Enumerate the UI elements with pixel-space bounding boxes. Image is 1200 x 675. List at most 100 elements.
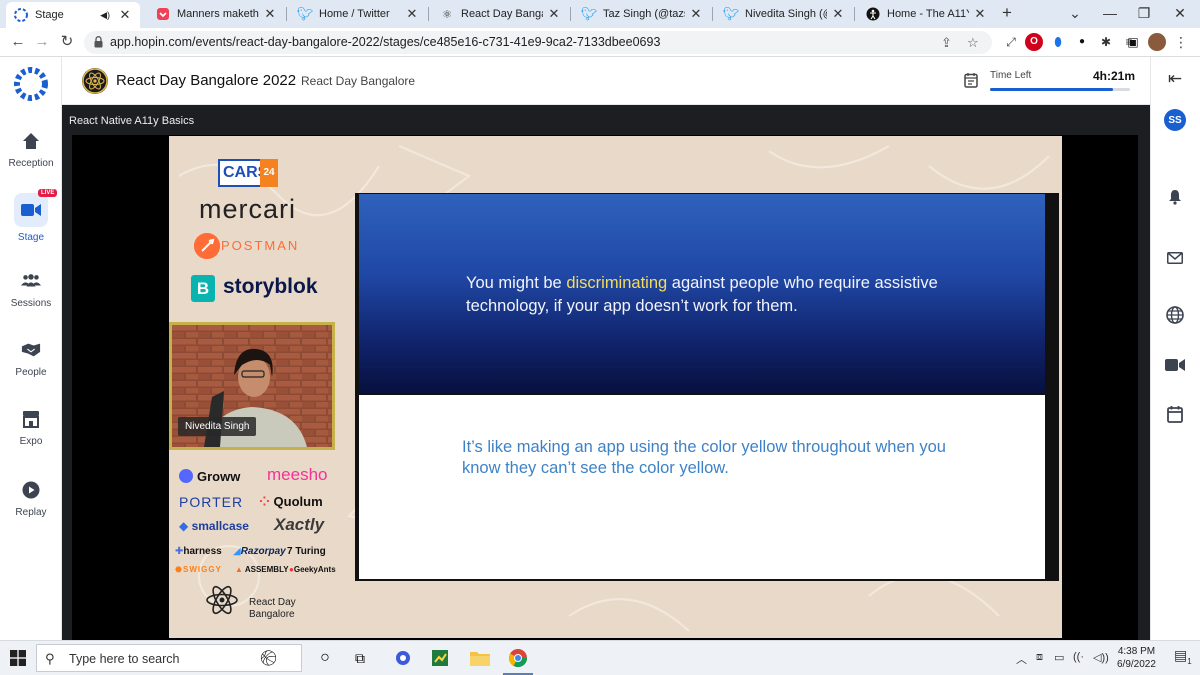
sidebar-item-stage[interactable]: LIVE Stage [0, 189, 62, 243]
globe-icon[interactable] [1164, 304, 1186, 326]
app-orb-icon[interactable] [393, 648, 413, 668]
sponsor-logo: 7 Turing [287, 546, 326, 557]
sidebar-item-reception[interactable]: Reception [0, 131, 62, 169]
reload-icon[interactable]: ↻ [57, 32, 77, 52]
close-icon[interactable]: ✕ [689, 6, 703, 22]
menu-kebab-icon[interactable]: ⋮ [1172, 33, 1190, 51]
close-icon[interactable]: ✕ [831, 6, 845, 22]
user-avatar[interactable]: SS [1164, 109, 1186, 131]
adblock-extension-icon[interactable]: O [1025, 33, 1043, 51]
react-day-bangalore-wordmark: React Day Bangalore [249, 597, 296, 621]
handshake-icon [21, 340, 41, 360]
tab-title: React Day Bangalore [461, 8, 543, 20]
window-close-icon[interactable]: ✕ [1166, 3, 1194, 23]
slide-quote-top: You might be discriminating against peop… [359, 194, 1045, 394]
windows-start-icon[interactable] [10, 650, 26, 666]
twitter-icon: 🐦︎ [296, 6, 314, 21]
event-logo-icon[interactable] [82, 68, 108, 94]
back-arrow-icon[interactable]: ← [8, 32, 28, 52]
sponsor-logo: PORTER [179, 494, 244, 510]
browser-tab-stage[interactable]: Stage ◀) ✕ [6, 2, 140, 28]
share-icon[interactable]: ⇪ [941, 35, 952, 51]
speaker-name-tag: Nivedita Singh [178, 417, 257, 436]
sidebar-item-expo[interactable]: Expo [0, 409, 62, 447]
browser-tab-taz-singh[interactable]: 🐦︎ Taz Singh (@tazsingh) ✕ [576, 2, 709, 26]
dark-extension-icon[interactable]: ● [1073, 33, 1091, 51]
cast-extension-icon[interactable]: ⤢ [1002, 33, 1020, 51]
video-player[interactable]: CARS 24 mercari POSTMAN B storyblok Nive… [72, 135, 1138, 640]
tab-divider [712, 7, 713, 21]
notifications-icon[interactable]: ▤1 [1174, 647, 1192, 666]
sidebar-item-sessions[interactable]: Sessions [0, 271, 62, 309]
quote-primary: You might be discriminating against peop… [466, 272, 1006, 318]
quote-highlight: discriminating [566, 274, 668, 292]
calendar-icon[interactable] [1164, 403, 1186, 425]
sidebar-item-label: People [15, 367, 47, 378]
event-subtitle[interactable]: React Day Bangalore [301, 74, 415, 88]
browser-toolbar: ← → ↻ app.hopin.com/events/react-day-ban… [0, 28, 1200, 57]
close-icon[interactable]: ✕ [263, 6, 277, 22]
stage-area: React Native A11y Basics CARS 24 mercari… [62, 105, 1150, 640]
forward-arrow-icon[interactable]: → [32, 32, 52, 52]
collapse-arrow-icon[interactable]: ⇤ [1164, 68, 1186, 90]
tab-title: Stage [35, 9, 64, 21]
close-icon[interactable]: ✕ [405, 6, 419, 22]
restore-icon[interactable]: ❐ [1130, 3, 1158, 23]
url-text[interactable]: app.hopin.com/events/react-day-bangalore… [110, 35, 660, 49]
sidebar-item-label: Replay [15, 507, 47, 518]
tab-search-chevron-icon[interactable]: ⌄ [1061, 3, 1089, 23]
app-chart-icon[interactable] [430, 648, 450, 668]
volume-icon[interactable]: ◁)) [1093, 651, 1109, 664]
sidebar-item-people[interactable]: People [0, 340, 62, 378]
task-view-icon[interactable]: ⧉ [350, 648, 370, 668]
live-badge: LIVE [38, 189, 58, 197]
video-icon[interactable] [1164, 354, 1186, 376]
battery-icon[interactable]: ▭ [1054, 651, 1064, 664]
speaker-icon[interactable]: ◀) [100, 10, 110, 21]
bell-icon[interactable] [1164, 186, 1186, 208]
browser-tab-react-day[interactable]: ⚛ React Day Bangalore ✕ [434, 2, 567, 26]
close-icon[interactable]: ✕ [547, 6, 561, 22]
system-clock[interactable]: 4:38 PM 6/9/2022 [1117, 645, 1156, 671]
minimize-icon[interactable]: — [1096, 3, 1124, 23]
browser-tab-strip: Stage ◀) ✕ Manners maketh man ✕ 🐦︎ Home … [0, 0, 1200, 28]
cortana-icon[interactable]: ○ [315, 648, 335, 668]
tab-divider [570, 7, 571, 21]
profile-avatar[interactable] [1148, 33, 1166, 51]
close-icon[interactable]: ✕ [118, 7, 132, 23]
browser-tab-pocket[interactable]: Manners maketh man ✕ [150, 2, 283, 26]
tab-title: Home - The A11Y Pro [887, 8, 969, 20]
close-icon[interactable]: ✕ [973, 6, 987, 22]
chrome-icon[interactable] [508, 648, 528, 668]
session-title: React Native A11y Basics [69, 115, 195, 127]
sponsor-logo: ⬣SWIGGY [175, 565, 222, 574]
people-group-icon [21, 271, 41, 291]
browser-tab-nivedita[interactable]: 🐦︎ Nivedita Singh (@exp ✕ [718, 2, 851, 26]
sponsor-logo: ✚harness [175, 546, 222, 557]
wifi-icon[interactable]: ((· [1073, 651, 1084, 663]
taskbar-search-box[interactable]: ⚲ Type here to search 🏀︎ [36, 644, 302, 672]
new-tab-button[interactable]: + [993, 3, 1021, 23]
sidebar-item-replay[interactable]: Replay [0, 480, 62, 518]
windows-taskbar: ⚲ Type here to search 🏀︎ ○ ⧉ ︿ ⧈ ▭ ((· ◁… [0, 640, 1200, 675]
browser-tab-a11y-project[interactable]: Home - The A11Y Pro ✕ [860, 2, 993, 26]
event-header: React Day Bangalore 2022 React Day Banga… [62, 57, 1150, 105]
mail-icon[interactable] [1164, 247, 1186, 269]
logo-line-1: React Day [249, 597, 296, 608]
hopin-logo-icon[interactable] [14, 67, 48, 101]
network-adapter-icon[interactable]: ⧈ [1036, 651, 1043, 664]
bookmark-star-icon[interactable]: ☆ [967, 35, 979, 51]
address-bar[interactable]: app.hopin.com/events/react-day-bangalore… [84, 31, 992, 54]
tray-chevron-icon[interactable]: ︿ [1016, 651, 1027, 667]
shield-extension-icon[interactable]: ⬮ [1049, 33, 1067, 51]
sponsor-logo: ⁘ Quolum [259, 494, 323, 509]
clock-time: 4:38 PM [1117, 646, 1156, 657]
file-explorer-icon[interactable] [470, 648, 490, 668]
lock-icon[interactable] [94, 36, 103, 48]
hopin-sidebar: Reception LIVE Stage Sessions People Exp… [0, 57, 62, 640]
quote-secondary: It’s like making an app using the color … [462, 438, 946, 477]
twitter-icon: 🐦︎ [580, 6, 598, 21]
cars24-logo: CARS 24 [218, 159, 278, 187]
side-panel-icon[interactable]: ▣ [1124, 33, 1142, 51]
browser-tab-twitter-home[interactable]: 🐦︎ Home / Twitter ✕ [292, 2, 425, 26]
